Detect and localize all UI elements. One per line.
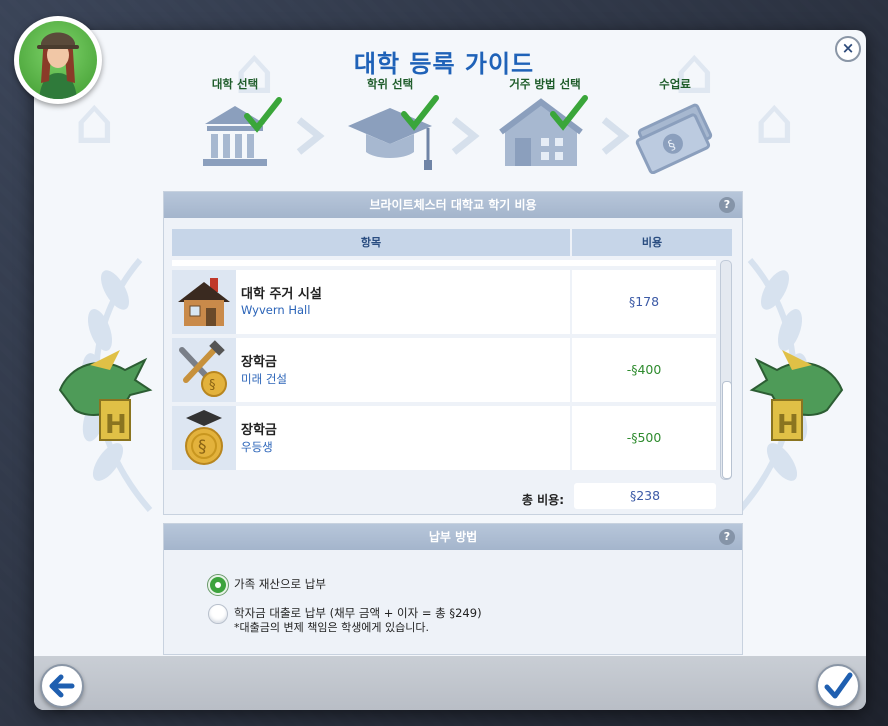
table-row: § 장학금 미래 건설 -§400 [172,338,716,402]
dialog-footer [34,656,866,710]
table-row: § 장학금 우등생 -§500 [172,406,716,470]
item-subtitle: Wyvern Hall [241,303,311,317]
loan-note: *대출금의 변제 책임은 학생에게 있습니다. [234,621,430,634]
cost-list: 대학 주거 시설 Wyvern Hall §178 § 장학금 미래 건설 -§… [172,260,716,478]
step-label: 거주 방법 선택 [509,77,581,91]
close-button[interactable]: × [835,36,861,62]
item-cost: §178 [572,270,716,334]
svg-text:§: § [198,437,207,457]
grad-medal-icon: § [185,410,223,465]
partial-row [172,260,716,266]
column-cost: 비용 [572,229,732,256]
step-select-housing: 거주 방법 선택 [490,76,600,174]
dragon-crest-right-icon: H [749,350,844,441]
confirm-button[interactable] [816,664,860,708]
radio-unselected-icon[interactable] [208,604,228,624]
arrow-left-icon [49,674,75,698]
help-icon[interactable]: ? [719,529,735,545]
step-arrow-icon [451,117,480,155]
graduation-cap-icon [348,95,439,170]
step-select-university: 대학 선택 [180,76,290,174]
item-title: 장학금 [241,423,277,438]
svg-text:H: H [105,410,127,440]
svg-text:H: H [777,410,799,440]
tools-medal-icon: § [179,340,227,397]
item-cost: -§400 [572,338,716,402]
money-icon: § [635,103,713,175]
dragon-crest-left-icon: H [58,350,153,441]
help-icon[interactable]: ? [719,197,735,213]
panel-header: 브라이트체스터 대학교 학기 비용 ? [164,192,742,218]
item-subtitle: 우등생 [241,440,273,454]
sim-portrait-icon [37,32,79,99]
page-title: 대학 등록 가이드 [353,50,535,78]
step-arrow-icon [296,117,325,155]
total-label: 총 비용: [521,493,564,507]
step-label: 대학 선택 [211,77,259,91]
payment-method-panel: 납부 방법 ? 가족 재산으로 납부 학자금 대출로 납부 (채무 금액 + 이… [163,523,743,655]
step-select-degree: 학위 선택 [335,76,445,174]
radio-selected-icon[interactable] [208,575,228,595]
total-value: §238 [574,483,716,509]
watermark-icon: ⌂ [74,85,115,159]
semester-cost-panel: 브라이트체스터 대학교 학기 비용 ? 항목 비용 대학 주거 시설 Wyver… [163,191,743,515]
item-title: 장학금 [241,355,277,370]
checkmark-icon [824,672,853,699]
back-button[interactable] [40,664,84,708]
item-subtitle: 미래 건설 [241,372,287,386]
step-label: 학위 선택 [366,77,414,91]
option-label: 가족 재산으로 납부 [234,577,326,591]
university-building-icon [203,97,282,166]
table-header: 항목 비용 [172,229,732,256]
panel-title: 브라이트체스터 대학교 학기 비용 [369,198,537,212]
scrollbar-thumb[interactable] [722,381,732,479]
table-row: 대학 주거 시설 Wyvern Hall §178 [172,270,716,334]
house-icon [178,278,230,326]
panel-title: 납부 방법 [428,530,478,544]
watermark-icon: ⌂ [754,85,795,159]
housing-icon [499,95,588,166]
item-title: 대학 주거 시설 [241,287,322,302]
sim-avatar[interactable] [14,16,102,104]
item-cost: -§500 [572,406,716,470]
svg-text:§: § [209,378,216,393]
step-label: 수업료 [659,77,691,91]
cost-list-scrollbar[interactable] [720,260,732,480]
column-item: 항목 [172,229,570,256]
panel-header: 납부 방법 ? [164,524,742,550]
step-tuition: 수업료 § [620,76,730,175]
